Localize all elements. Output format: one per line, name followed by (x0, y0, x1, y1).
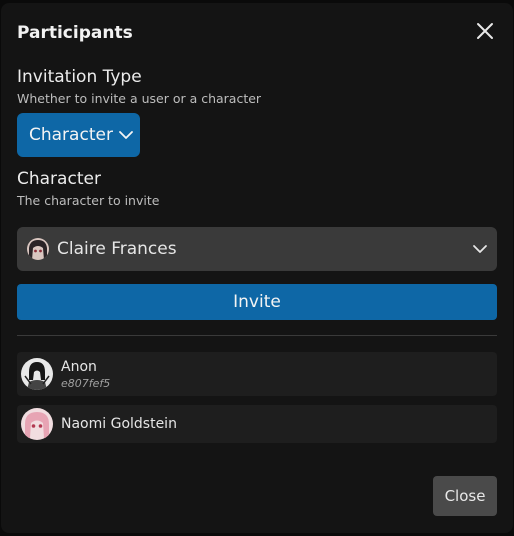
dialog-title: Participants (17, 23, 133, 43)
participant-row: Naomi Goldstein (17, 405, 497, 443)
invite-button[interactable]: Invite (17, 284, 497, 320)
avatar (21, 408, 53, 440)
participant-name: Naomi Goldstein (61, 416, 177, 432)
participant-name: Anon (61, 358, 97, 375)
invitation-type-dropdown[interactable]: Character (17, 113, 140, 157)
chevron-down-icon (473, 245, 487, 253)
participant-row: Anon e807fef5 (17, 352, 497, 396)
character-description: The character to invite (17, 193, 160, 208)
invitation-type-label: Invitation Type (17, 67, 142, 87)
invitation-type-description: Whether to invite a user or a character (17, 91, 262, 106)
close-icon[interactable] (475, 21, 495, 41)
chevron-down-icon (119, 131, 133, 139)
character-label: Character (17, 169, 101, 189)
character-select-value: Claire Frances (57, 239, 177, 259)
participant-id: e807fef5 (61, 376, 111, 390)
avatar (21, 358, 53, 390)
character-avatar (27, 238, 49, 260)
divider (17, 335, 497, 336)
participants-dialog: Participants Invitation Type Whether to … (1, 3, 513, 533)
invitation-type-value: Character (29, 125, 113, 145)
character-select[interactable]: Claire Frances (17, 227, 497, 271)
close-button[interactable]: Close (433, 476, 497, 516)
